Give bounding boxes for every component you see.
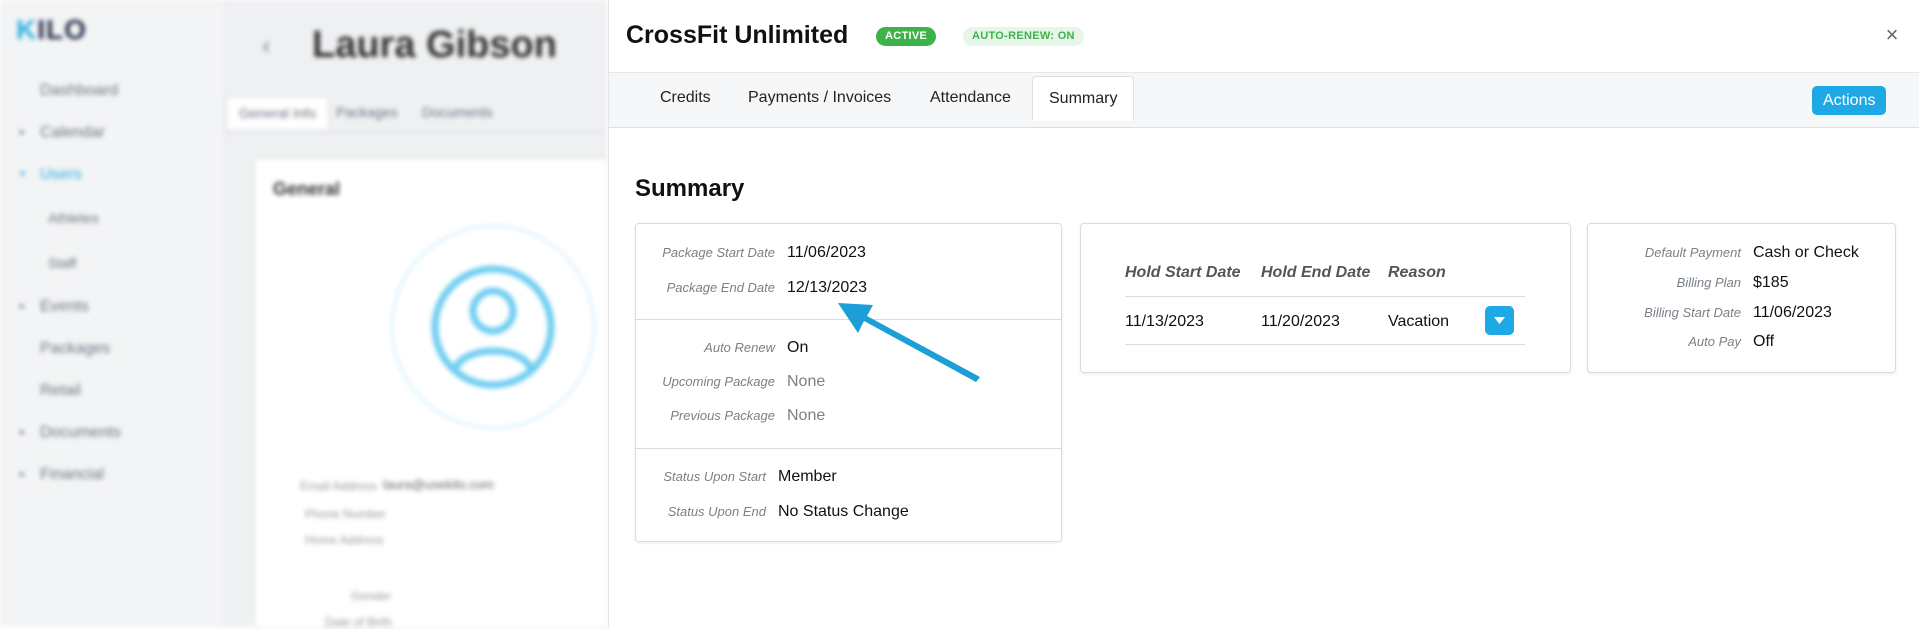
- bg-field-label: Home Address: [305, 533, 384, 547]
- bg-nav-item: Retail: [0, 370, 225, 412]
- tab-summary[interactable]: Summary: [1032, 76, 1135, 121]
- status-badge-auto-renew: AUTO-RENEW: ON: [963, 27, 1084, 46]
- bg-nav: Dashboard ▸ Calendar ▾ Users Athletes Staff ▸ Ev…: [0, 70, 225, 496]
- bg-field-label: Email Address: [300, 479, 377, 493]
- package-end-label: Package End Date: [666, 280, 775, 295]
- bg-nav-label: Users: [40, 166, 82, 183]
- bg-nav-item: Athletes: [0, 196, 225, 241]
- membership-panel: CrossFit Unlimited ACTIVE AUTO-RENEW: ON…: [608, 0, 1919, 627]
- tab-credits[interactable]: Credits: [660, 89, 711, 107]
- status-upon-end-value: No Status Change: [778, 503, 909, 520]
- bg-nav-label: Documents: [40, 424, 121, 441]
- bg-general-card: General Email Address laura@usekilo.com …: [254, 158, 609, 629]
- bg-nav-item: ▾ Users: [0, 154, 225, 196]
- caret-down-icon: [1494, 317, 1505, 324]
- tab-payments-invoices[interactable]: Payments / Invoices: [748, 89, 891, 107]
- holds-card: Hold Start Date Hold End Date Reason 11/…: [1080, 223, 1571, 373]
- section-title: Summary: [635, 175, 745, 202]
- chevron-right-icon: ▸: [20, 127, 26, 138]
- bg-card-title: General: [273, 179, 341, 199]
- upcoming-package-value: None: [787, 373, 826, 390]
- bg-field-label: Gender: [351, 589, 392, 603]
- status-upon-end-label: Status Upon End: [667, 504, 766, 519]
- bg-nav-item: Packages: [0, 328, 225, 370]
- bg-nav-label: Dashboard: [40, 82, 119, 99]
- bg-tab-packages: Packages: [336, 104, 398, 120]
- billing-plan-value: $185: [1753, 274, 1789, 291]
- hold-row-dropdown-button[interactable]: [1485, 306, 1514, 335]
- holds-header-start: Hold Start Date: [1125, 264, 1241, 281]
- background-app: KILO Dashboard ▸ Calendar ▾ Users Athletes Sta…: [0, 0, 609, 629]
- previous-package-label: Previous Package: [670, 408, 775, 423]
- status-upon-start-value: Member: [778, 468, 837, 485]
- bg-tabs: General Info Packages Documents: [226, 96, 607, 133]
- bg-nav-label: Events: [40, 298, 89, 315]
- previous-package-value: None: [787, 407, 826, 424]
- hold-end-cell: 11/20/2023: [1261, 313, 1340, 330]
- panel-header: CrossFit Unlimited ACTIVE AUTO-RENEW: ON…: [609, 0, 1919, 73]
- tab-bar: Credits Payments / Invoices Attendance S…: [609, 73, 1919, 128]
- bg-nav-item: ▸ Financial: [0, 454, 225, 496]
- card-divider: [636, 319, 1061, 320]
- close-icon[interactable]: ×: [1881, 24, 1903, 46]
- hold-start-cell: 11/13/2023: [1125, 313, 1204, 330]
- bg-nav-label: Athletes: [48, 210, 99, 226]
- table-divider: [1125, 344, 1525, 345]
- billing-plan-label: Billing Plan: [1676, 275, 1741, 290]
- bg-nav-label: Packages: [40, 340, 111, 357]
- bg-field-value: laura@usekilo.com: [383, 477, 494, 492]
- actions-button[interactable]: Actions: [1812, 86, 1887, 115]
- auto-renew-label: Auto Renew: [704, 340, 775, 355]
- billing-card: Default Payment Cash or Check Billing Pl…: [1587, 223, 1896, 373]
- bg-sidebar: KILO Dashboard ▸ Calendar ▾ Users Athletes Sta…: [0, 0, 226, 627]
- bg-nav-item: Dashboard: [0, 70, 225, 112]
- table-divider: [1125, 296, 1525, 297]
- bg-nav-item: ▸ Documents: [0, 412, 225, 454]
- avatar-icon: [431, 265, 555, 389]
- upcoming-package-label: Upcoming Package: [662, 374, 775, 389]
- auto-renew-value: On: [787, 339, 809, 356]
- chevron-right-icon: ▸: [20, 301, 26, 312]
- auto-pay-label: Auto Pay: [1688, 334, 1741, 349]
- holds-header-end: Hold End Date: [1261, 264, 1371, 281]
- chevron-down-icon: ▾: [20, 169, 26, 180]
- package-start-label: Package Start Date: [662, 245, 775, 260]
- panel-title: CrossFit Unlimited: [626, 21, 849, 49]
- auto-pay-value: Off: [1753, 333, 1775, 350]
- bg-nav-label: Calendar: [40, 124, 105, 141]
- bg-nav-label: Staff: [48, 255, 77, 271]
- bg-nav-item: ▸ Events: [0, 286, 225, 328]
- bg-logo: KILO: [16, 14, 87, 45]
- chevron-right-icon: ▸: [20, 427, 26, 438]
- holds-header-reason: Reason: [1388, 264, 1446, 281]
- status-badge-active: ACTIVE: [876, 27, 937, 46]
- bg-tab-general: General Info: [226, 96, 330, 129]
- back-chevron-icon: ‹: [262, 30, 271, 60]
- default-payment-label: Default Payment: [1644, 245, 1741, 260]
- tab-attendance[interactable]: Attendance: [930, 89, 1011, 107]
- package-start-value: 11/06/2023: [787, 244, 866, 261]
- default-payment-value: Cash or Check: [1753, 244, 1859, 261]
- bg-nav-item: Staff: [0, 241, 225, 286]
- chevron-right-icon: ▸: [20, 469, 26, 480]
- bg-nav-label: Financial: [40, 466, 105, 483]
- package-end-value: 12/13/2023: [787, 279, 868, 296]
- bg-nav-label: Retail: [40, 382, 81, 399]
- billing-start-value: 11/06/2023: [1753, 304, 1832, 321]
- bg-nav-item: ▸ Calendar: [0, 112, 225, 154]
- package-info-card: Package Start Date 11/06/2023 Package En…: [635, 223, 1062, 542]
- card-divider: [636, 448, 1061, 449]
- bg-tab-documents: Documents: [422, 104, 493, 120]
- billing-start-label: Billing Start Date: [1644, 305, 1741, 320]
- status-upon-start-label: Status Upon Start: [663, 469, 766, 484]
- hold-reason-cell: Vacation: [1388, 313, 1450, 330]
- bg-field-label: Phone Number: [305, 507, 386, 521]
- bg-page-title: Laura Gibson: [312, 24, 557, 66]
- bg-main: ‹ Laura Gibson General Info Packages Doc…: [226, 0, 609, 629]
